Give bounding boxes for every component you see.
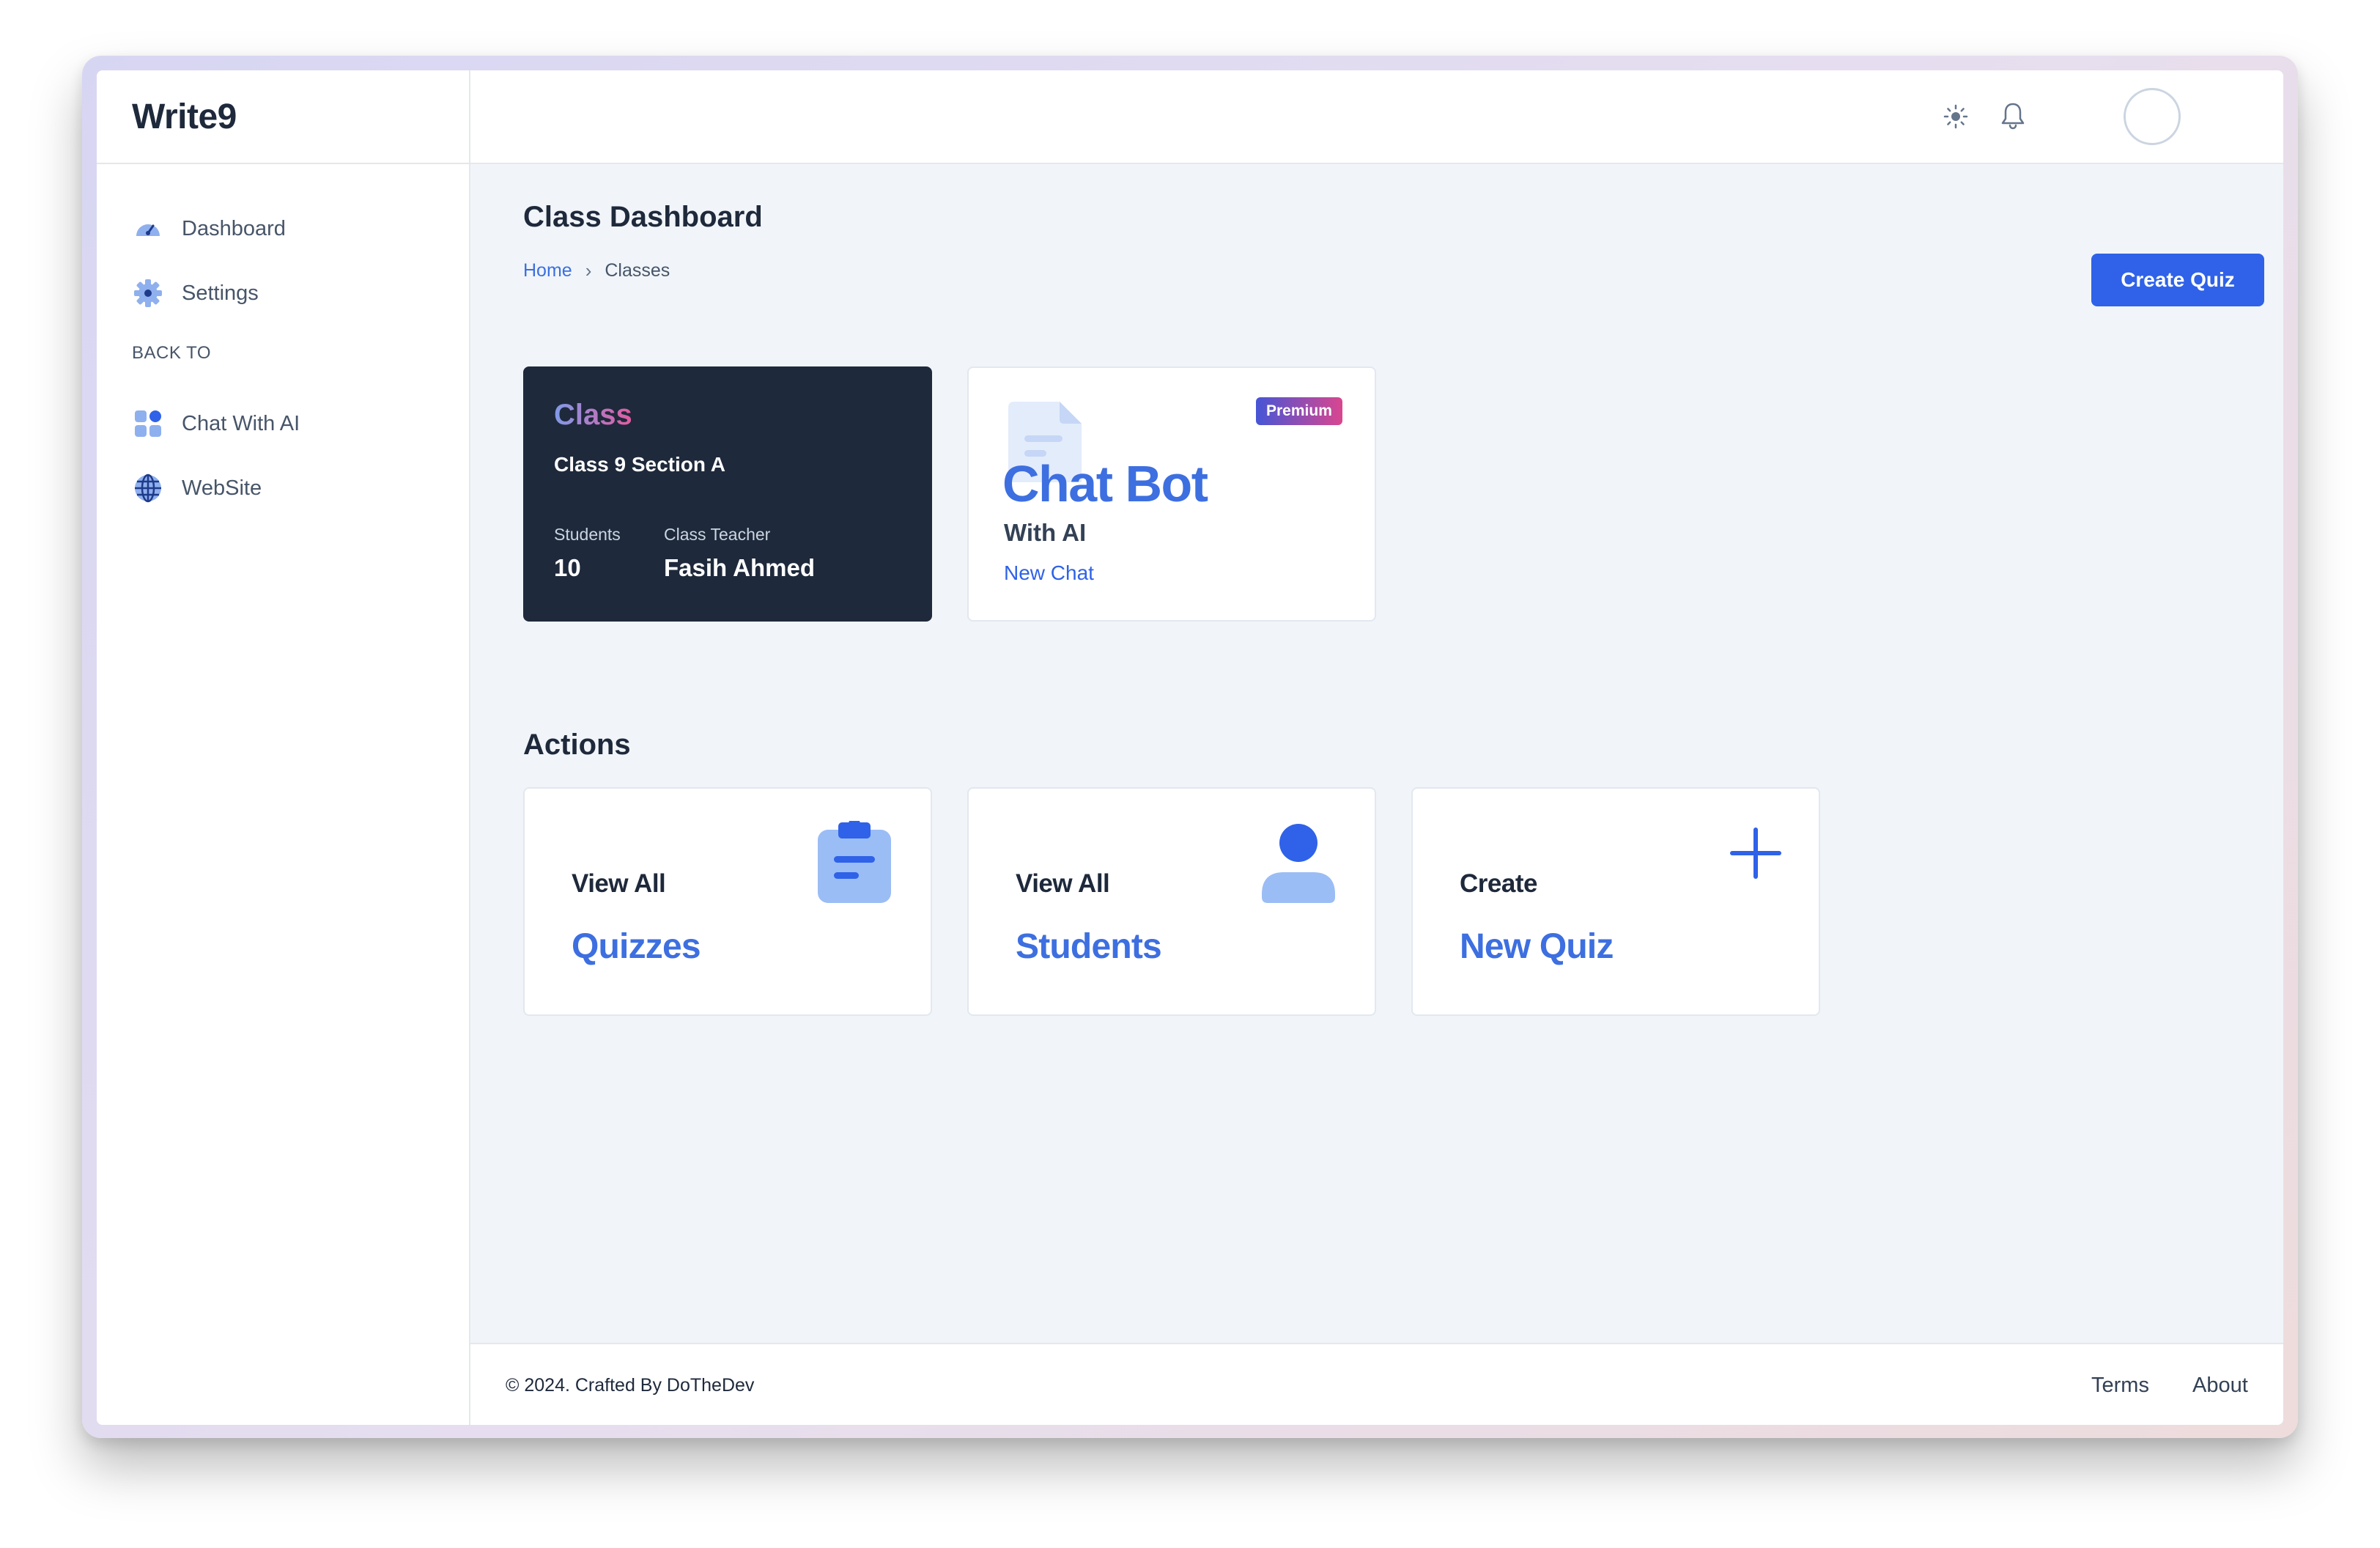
- action-bottom-label: New Quiz: [1460, 927, 1614, 966]
- brand-logo[interactable]: Write9: [97, 70, 469, 164]
- breadcrumb-separator-icon: ›: [585, 259, 592, 281]
- premium-badge: Premium: [1256, 397, 1342, 425]
- sidebar-section-label: BACK TO: [132, 343, 211, 363]
- dashboard-gauge-icon: [132, 213, 164, 245]
- chat-bot-subtitle: With AI: [1004, 519, 1087, 546]
- sidebar-item-settings[interactable]: Settings: [132, 271, 259, 315]
- sidebar-item-website[interactable]: WebSite: [132, 466, 262, 510]
- class-name: Class 9 Section A: [554, 453, 725, 476]
- globe-icon: [132, 472, 164, 504]
- sidebar-item-chat-with-ai[interactable]: Chat With AI: [132, 402, 300, 446]
- class-card-heading: Class: [554, 399, 632, 431]
- breadcrumb-current: Classes: [605, 260, 670, 281]
- create-quiz-button[interactable]: Create Quiz: [2091, 254, 2264, 306]
- plus-icon: [1729, 827, 1782, 883]
- action-bottom-label: Quizzes: [572, 927, 701, 966]
- class-info-card: Class Class 9 Section A Students 10 Clas…: [523, 366, 932, 622]
- sidebar-item-label: WebSite: [182, 476, 262, 500]
- view-all-quizzes-card[interactable]: View All Quizzes: [523, 787, 932, 1016]
- clipboard-icon: [818, 818, 891, 907]
- footer-about-link[interactable]: About: [2192, 1374, 2248, 1398]
- students-label: Students: [554, 525, 621, 544]
- new-chat-link[interactable]: New Chat: [1004, 561, 1094, 585]
- students-count: 10: [554, 554, 581, 581]
- copyright-text: © 2024. Crafted By DoTheDev: [506, 1375, 755, 1396]
- footer-terms-link[interactable]: Terms: [2091, 1374, 2149, 1398]
- top-header: [470, 70, 2283, 164]
- sidebar-item-label: Settings: [182, 281, 259, 305]
- action-top-label: Create: [1460, 869, 1537, 898]
- view-all-students-card[interactable]: View All Students: [967, 787, 1376, 1016]
- grid-apps-icon: [132, 408, 164, 440]
- app-window: Write9 Dashboard Settings BACK TO Chat W…: [82, 56, 2298, 1438]
- sidebar-item-label: Chat With AI: [182, 411, 300, 435]
- action-top-label: View All: [1016, 869, 1110, 898]
- teacher-name: Fasih Ahmed: [664, 554, 815, 581]
- breadcrumb: Home › Classes: [523, 259, 670, 282]
- app-shell: Write9 Dashboard Settings BACK TO Chat W…: [97, 70, 2283, 1425]
- user-icon: [1262, 824, 1335, 907]
- actions-heading: Actions: [523, 729, 631, 761]
- chat-bot-card[interactable]: Premium Chat Bot With AI New Chat: [967, 366, 1376, 622]
- avatar[interactable]: [2124, 88, 2181, 145]
- sun-icon[interactable]: [1939, 100, 1973, 133]
- create-new-quiz-card[interactable]: Create New Quiz: [1411, 787, 1820, 1016]
- gear-icon: [132, 277, 164, 309]
- footer: © 2024. Crafted By DoTheDev Terms About: [470, 1343, 2283, 1425]
- sidebar: Write9 Dashboard Settings BACK TO Chat W…: [97, 70, 470, 1425]
- action-bottom-label: Students: [1016, 927, 1162, 966]
- sidebar-item-label: Dashboard: [182, 216, 286, 240]
- sidebar-item-dashboard[interactable]: Dashboard: [132, 207, 286, 251]
- breadcrumb-home-link[interactable]: Home: [523, 260, 572, 281]
- bell-icon[interactable]: [1996, 98, 2030, 133]
- page-title: Class Dashboard: [523, 201, 763, 233]
- chat-bot-title: Chat Bot: [1002, 455, 1208, 512]
- teacher-label: Class Teacher: [664, 525, 771, 544]
- action-top-label: View All: [572, 869, 666, 898]
